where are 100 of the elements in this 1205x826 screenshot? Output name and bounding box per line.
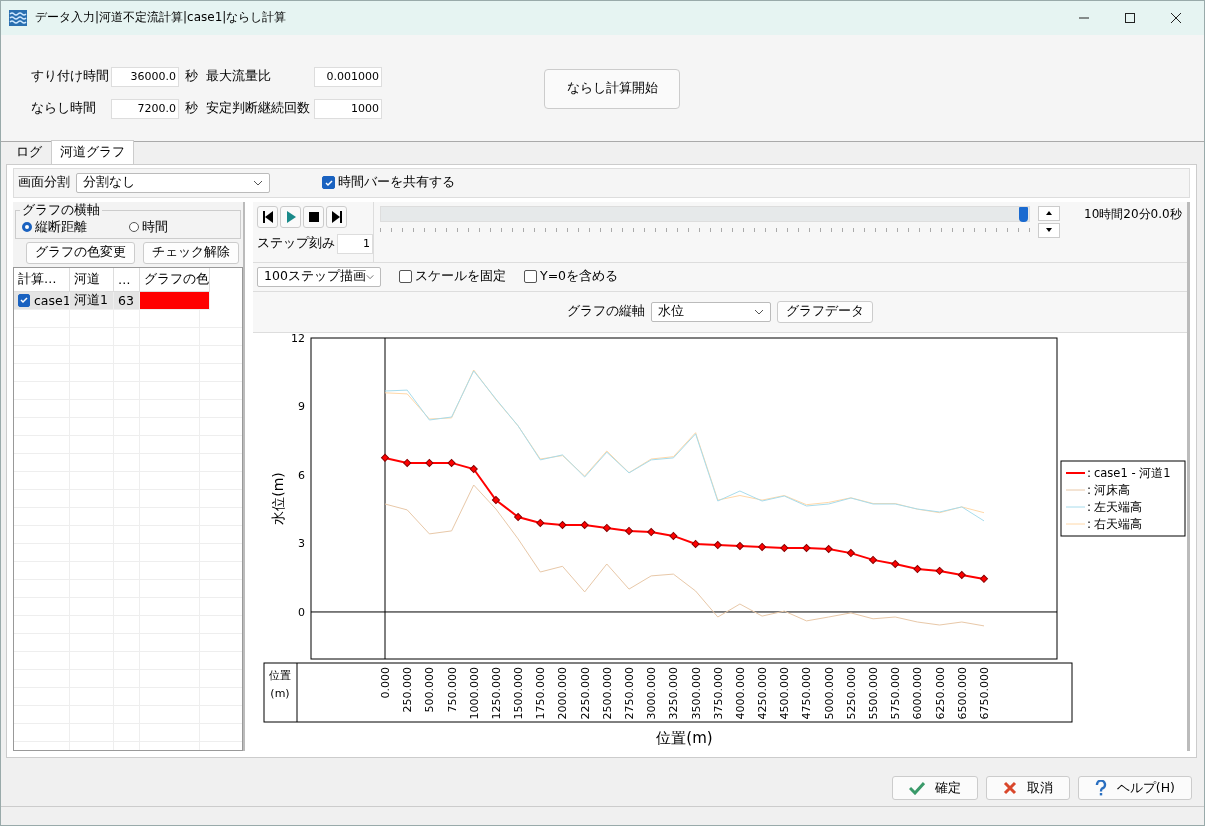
step-down-button[interactable] [1038,222,1060,238]
question-mark-icon [1094,780,1107,797]
vertical-axis-dropdown[interactable]: 水位 [651,301,771,322]
data-point [380,453,390,462]
checkbox[interactable] [18,293,30,307]
checkmark-icon [323,177,334,188]
split-dropdown[interactable]: 分割なし [76,172,270,193]
x-tick-label: 1750.000 [534,666,548,720]
slider-thumb[interactable] [1019,206,1028,222]
parameter-field[interactable]: 7200.0 [111,98,179,119]
x-tick-label: 4500.000 [778,666,792,720]
parameter-label: 安定判断継続回数 [206,100,311,118]
legend-separator: : [1087,465,1092,480]
checkbox[interactable] [322,176,335,190]
share-time-bar-checkbox[interactable]: 時間バーを共有する [322,174,455,192]
option-checkbox[interactable]: Y=0を含める [524,268,619,286]
checkbox[interactable] [524,270,537,284]
x-tick-label: 4000.000 [733,666,747,720]
tick-table-header: 位置 [269,668,291,682]
y-tick-label: 6 [298,468,305,482]
stop-button[interactable] [303,205,324,228]
step-up-button[interactable] [1038,205,1060,221]
checkbox[interactable] [399,270,412,284]
option-checkbox[interactable]: スケールを固定 [399,268,506,286]
data-point [891,559,900,568]
x-tick-label: 2500.000 [600,666,614,720]
parameter-label: すり付け時間 [31,68,110,86]
x-tick-label: 6000.000 [911,666,925,720]
legend-separator: : [1087,482,1092,497]
radio-button[interactable] [22,222,32,233]
stop-icon [307,209,320,224]
column-header[interactable]: 河道 [70,267,114,292]
data-point [935,566,944,575]
x-tick-label: 3250.000 [667,666,681,720]
x-tick-label: 4250.000 [756,666,770,720]
radio-button[interactable] [129,222,139,233]
chevron-down-icon [253,179,263,186]
data-point [735,541,744,550]
start-smoothing-button[interactable]: ならし計算開始 [544,68,680,109]
footer-button[interactable]: 取消 [985,776,1070,801]
play-button[interactable] [280,205,301,228]
radio-option[interactable]: 縦断距離 [22,218,87,236]
skip-forward-button[interactable] [326,205,347,228]
x-tick-label: 1500.000 [512,666,526,720]
draw-steps-dropdown[interactable]: 100ステップ描画 [257,266,381,287]
vertical-axis-label: グラフの縦軸 [567,303,645,321]
y-tick-label: 12 [291,332,305,345]
legend-label: 左天端高 [1094,499,1142,514]
footer-button[interactable]: ヘルプ(H) [1077,776,1192,801]
x-tick-label: 5000.000 [822,666,836,720]
data-point [558,520,567,529]
column-header[interactable]: 計算… [14,267,70,292]
radio-option[interactable]: 時間 [129,218,168,236]
x-tick-label: 2750.000 [623,666,637,720]
data-point [514,512,523,521]
panel-button[interactable]: グラフの色変更 [26,241,135,264]
x-tick-label: 500.000 [423,666,437,713]
parameter-label: 最大流量比 [206,68,272,86]
water-waves-icon [9,9,27,26]
data-point [713,540,722,549]
group-title: グラフの横軸 [21,201,101,219]
table-cell: case1 [34,292,69,308]
checkmark-icon [19,295,29,306]
close-icon[interactable] [1170,11,1182,24]
data-point [403,458,412,467]
tab[interactable]: ログ [7,140,51,164]
column-header[interactable]: … [114,267,140,292]
x-tick-label: 1250.000 [489,666,503,720]
table-row[interactable]: case1 河道1 63 [14,291,242,310]
legend-separator: : [1087,516,1092,531]
x-tick-label: 6250.000 [933,666,947,720]
data-point [602,523,611,532]
y-axis-title: 水位(m) [270,471,286,525]
x-tick-label: 1000.000 [467,666,481,720]
parameter-field[interactable]: 36000.0 [111,66,179,87]
data-point [447,458,456,467]
skip-back-button[interactable] [257,205,278,228]
x-tick-label: 2250.000 [578,666,592,720]
window-title: データ入力|河道不定流計算|case1|ならし計算 [35,9,287,27]
maximize-icon[interactable] [1124,11,1136,24]
panel-button[interactable]: チェック解除 [143,241,239,264]
play-icon [284,209,297,224]
data-point [869,555,878,564]
y-tick-label: 9 [298,400,305,414]
parameter-field[interactable]: 0.001000 [314,66,382,87]
x-axis-title: 位置(m) [656,728,713,747]
footer-button[interactable]: 確定 [891,776,978,801]
column-header[interactable]: グラフの色 [140,267,210,292]
parameter-field[interactable]: 1000 [314,98,382,119]
data-point [669,531,678,540]
step-field[interactable]: 1 [337,233,373,254]
x-tick-label: 3750.000 [711,666,725,720]
data-point [647,527,656,536]
tab[interactable]: 河道グラフ [51,139,134,164]
graph-data-button[interactable]: グラフデータ [777,300,873,323]
step-label: ステップ刻み [257,235,335,253]
legend-label: 右天端高 [1094,516,1142,531]
data-point [758,542,767,551]
legend-swatch [1065,471,1086,474]
chevron-down-icon [365,273,374,280]
